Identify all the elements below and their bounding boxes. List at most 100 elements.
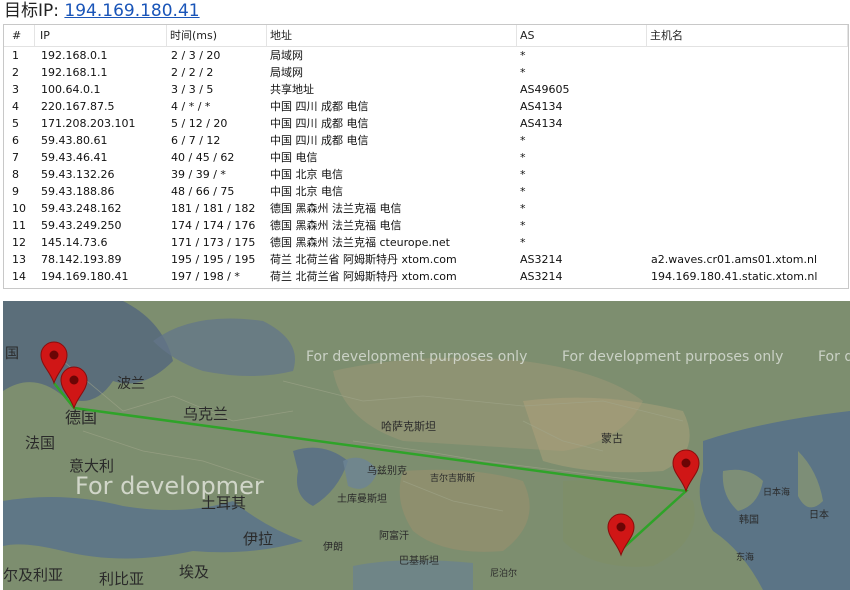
cell-as: *	[520, 219, 526, 232]
cell-hop: 10	[12, 202, 26, 215]
map-canvas: For development purposes only For develo…	[3, 301, 850, 590]
cell-address: 局域网	[270, 66, 303, 79]
cell-as: *	[520, 151, 526, 164]
cell-time: 48 / 66 / 75	[171, 185, 235, 198]
cell-as: AS4134	[520, 100, 563, 113]
cell-hop: 3	[12, 83, 19, 96]
table-row[interactable]: 13 78.142.193.89 195 / 195 / 195 荷兰 北荷兰省 阿姆…	[4, 251, 848, 268]
cell-address: 共享地址	[270, 83, 314, 96]
label-iran: 伊朗	[323, 541, 343, 553]
label-turkmenistan: 土库曼斯坦	[337, 492, 387, 505]
cell-hop: 6	[12, 134, 19, 147]
cell-hop: 13	[12, 253, 26, 266]
cell-time: 2 / 3 / 20	[171, 49, 221, 62]
label-nepal: 尼泊尔	[490, 567, 517, 579]
cell-address: 局域网	[270, 49, 303, 62]
table-row[interactable]: 12 145.14.73.6 171 / 173 / 175 德国 黑森州 法兰克福 …	[4, 234, 848, 251]
cell-ip: 59.43.248.162	[41, 202, 122, 215]
header-ip[interactable]: IP	[36, 25, 50, 46]
table-row[interactable]: 7 59.43.46.41 40 / 45 / 62 中国 电信 *	[4, 149, 848, 166]
label-pakistan: 巴基斯坦	[399, 554, 439, 567]
table-row[interactable]: 2 192.168.1.1 2 / 2 / 2 局域网 *	[4, 64, 848, 81]
cell-time: 6 / 7 / 12	[171, 134, 221, 147]
cell-ip: 59.43.249.250	[41, 219, 122, 232]
cell-address: 荷兰 北荷兰省 阿姆斯特丹 xtom.com	[270, 253, 457, 266]
traceroute-table: # IP 时间(ms) 地址 AS 主机名 1 192.168.0.1 2 / 3 …	[3, 24, 849, 289]
target-ip-link[interactable]: 194.169.180.41	[64, 1, 199, 21]
cell-address: 中国 电信	[270, 151, 318, 164]
table-row[interactable]: 8 59.43.132.26 39 / 39 / * 中国 北京 电信 *	[4, 166, 848, 183]
cell-hostname: a2.waves.cr01.ams01.xtom.nl	[651, 253, 818, 266]
table-row[interactable]: 9 59.43.188.86 48 / 66 / 75 中国 北京 电信 *	[4, 183, 848, 200]
cell-address: 德国 黑森州 法兰克福 cteurope.net	[270, 236, 450, 249]
label-uzbekistan: 乌兹别克	[367, 464, 407, 477]
watermark-3: For d	[818, 349, 850, 365]
cell-as: *	[520, 185, 526, 198]
cell-as: *	[520, 134, 526, 147]
label-mongolia: 蒙古	[601, 432, 623, 445]
cell-hop: 4	[12, 100, 19, 113]
table-row[interactable]: 14 194.169.180.41 197 / 198 / * 荷兰 北荷兰省 阿姆斯…	[4, 268, 848, 285]
cell-address: 中国 四川 成都 电信	[270, 100, 369, 113]
cell-address: 中国 四川 成都 电信	[270, 117, 369, 130]
cell-ip: 59.43.46.41	[41, 151, 108, 164]
label-afghanistan: 阿富汗	[379, 529, 409, 542]
cell-hop: 7	[12, 151, 19, 164]
cell-time: 195 / 195 / 195	[171, 253, 256, 266]
label-japan: 日本	[809, 508, 829, 521]
cell-address: 荷兰 北荷兰省 阿姆斯特丹 xtom.com	[270, 270, 457, 283]
cell-ip: 100.64.0.1	[41, 83, 101, 96]
table-row[interactable]: 1 192.168.0.1 2 / 3 / 20 局域网 *	[4, 47, 848, 64]
cell-ip: 220.167.87.5	[41, 100, 115, 113]
table-row[interactable]: 11 59.43.249.250 174 / 174 / 176 德国 黑森州 法兰克…	[4, 217, 848, 234]
cell-time: 39 / 39 / *	[171, 168, 226, 181]
cell-ip: 145.14.73.6	[41, 236, 108, 249]
cell-as: *	[520, 202, 526, 215]
label-libya: 利比亚	[99, 570, 144, 588]
header-as[interactable]: AS	[516, 25, 535, 46]
header-hostname[interactable]: 主机名	[646, 25, 683, 46]
cell-time: 4 / * / *	[171, 100, 211, 113]
target-ip-label: 目标IP:	[4, 1, 59, 21]
table-row[interactable]: 5 171.208.203.101 5 / 12 / 20 中国 四川 成都 电信 AS…	[4, 115, 848, 132]
cell-hop: 2	[12, 66, 19, 79]
cell-time: 3 / 3 / 5	[171, 83, 214, 96]
cell-address: 中国 北京 电信	[270, 168, 343, 181]
header-time[interactable]: 时间(ms)	[166, 25, 217, 46]
table-row[interactable]: 6 59.43.80.61 6 / 7 / 12 中国 四川 成都 电信 *	[4, 132, 848, 149]
cell-time: 171 / 173 / 175	[171, 236, 256, 249]
target-ip-line: 目标IP: 194.169.180.41	[4, 0, 200, 22]
cell-ip: 194.169.180.41	[41, 270, 129, 283]
cell-as: *	[520, 236, 526, 249]
cell-ip: 59.43.132.26	[41, 168, 115, 181]
cell-hop: 9	[12, 185, 19, 198]
cell-hop: 5	[12, 117, 19, 130]
header-hop[interactable]: #	[8, 25, 21, 46]
cell-address: 中国 北京 电信	[270, 185, 343, 198]
label-kazakhstan: 哈萨克斯坦	[381, 419, 436, 433]
cell-ip: 78.142.193.89	[41, 253, 122, 266]
cell-time: 40 / 45 / 62	[171, 151, 235, 164]
label-algeria: 尔及利亚	[3, 566, 63, 584]
table-row[interactable]: 3 100.64.0.1 3 / 3 / 5 共享地址 AS49605	[4, 81, 848, 98]
cell-ip: 171.208.203.101	[41, 117, 136, 130]
cell-hop: 12	[12, 236, 26, 249]
cell-hostname: 194.169.180.41.static.xtom.nl	[651, 270, 818, 283]
table-row[interactable]: 10 59.43.248.162 181 / 181 / 182 德国 黑森州 法兰克…	[4, 200, 848, 217]
cell-time: 181 / 181 / 182	[171, 202, 256, 215]
cell-address: 德国 黑森州 法兰克福 电信	[270, 202, 402, 215]
cell-address: 德国 黑森州 法兰克福 电信	[270, 219, 402, 232]
cell-as: AS49605	[520, 83, 570, 96]
label-egypt: 埃及	[179, 563, 209, 581]
route-map[interactable]: For development purposes only For develo…	[3, 301, 850, 590]
cell-ip: 192.168.0.1	[41, 49, 108, 62]
cell-hop: 14	[12, 270, 26, 283]
table-header: # IP 时间(ms) 地址 AS 主机名	[4, 25, 848, 47]
cell-as: *	[520, 49, 526, 62]
label-italy: 意大利	[69, 457, 114, 475]
label-kyrgyzstan: 吉尔吉斯斯	[430, 472, 475, 484]
cell-time: 197 / 198 / *	[171, 270, 240, 283]
header-address[interactable]: 地址	[266, 25, 292, 46]
table-row[interactable]: 4 220.167.87.5 4 / * / * 中国 四川 成都 电信 AS4134	[4, 98, 848, 115]
cell-address: 中国 四川 成都 电信	[270, 134, 369, 147]
